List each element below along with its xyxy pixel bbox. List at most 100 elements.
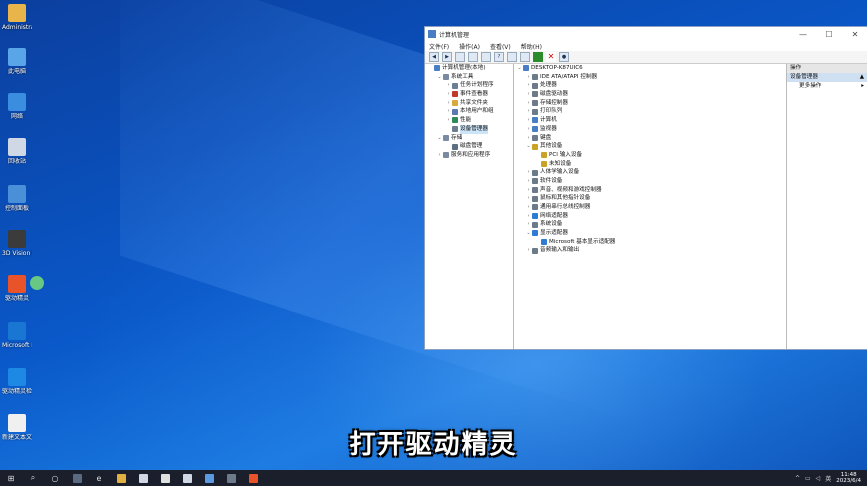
taskbar-security[interactable] [176, 470, 198, 486]
tree-node[interactable]: ⌄ 系统工具 [425, 73, 513, 82]
tree-node[interactable]: › 处理器 [514, 81, 786, 90]
tree-node[interactable]: › 通用串行总线控制器 [514, 203, 786, 212]
tree-node[interactable]: › 人体学输入设备 [514, 168, 786, 177]
tree-node[interactable]: › 音频输入和输出 [514, 246, 786, 255]
tree-node[interactable]: › 软件设备 [514, 177, 786, 186]
taskbar-driver-genius[interactable] [242, 470, 264, 486]
tree-expander-icon[interactable]: › [525, 203, 532, 212]
tree-node[interactable]: › 磁盘驱动器 [514, 90, 786, 99]
window-titlebar[interactable]: 计算机管理 — ☐ ✕ [425, 27, 867, 41]
menu-item[interactable]: 操作(A) [459, 42, 480, 51]
tree-node[interactable]: › 共享文件夹 [425, 99, 513, 108]
tree-expander-icon[interactable]: › [525, 177, 532, 186]
show-tree-icon[interactable] [468, 52, 478, 62]
tree-expander-icon[interactable]: ⌄ [525, 229, 532, 238]
tree-node[interactable]: › IDE ATA/ATAPI 控制器 [514, 73, 786, 82]
desktop-icon[interactable]: 3D Vision Photo Viewer [2, 230, 32, 257]
desktop-icon[interactable]: Administrator [2, 4, 32, 31]
tree-expander-icon[interactable]: ⌄ [516, 64, 523, 73]
tree-node[interactable]: 磁盘管理 [425, 142, 513, 151]
tree-node[interactable]: › 键盘 [514, 134, 786, 143]
start-button[interactable]: ⊞ [0, 470, 22, 486]
desktop-icon[interactable]: 驱动精灵 [2, 275, 32, 302]
actions-section-device-manager[interactable]: 设备管理器 ▲ [787, 73, 867, 82]
taskbar-explorer[interactable] [110, 470, 132, 486]
tree-expander-icon[interactable]: › [445, 90, 452, 99]
tree-node[interactable]: › 打印队列 [514, 107, 786, 116]
minimize-button[interactable]: — [790, 30, 816, 39]
tree-expander-icon[interactable]: › [525, 246, 532, 255]
desktop-icon[interactable]: 网络 [2, 93, 32, 120]
tree-expander-icon[interactable]: › [445, 116, 452, 125]
actions-more-actions[interactable]: 更多操作 ▸ [787, 82, 867, 91]
desktop-icon[interactable]: 驱动精灵检测 [2, 368, 32, 395]
tree-node[interactable]: PCI 输入设备 [514, 151, 786, 160]
tree-node[interactable]: 设备管理器 [425, 124, 513, 134]
tree-expander-icon[interactable]: › [445, 81, 452, 90]
forward-icon[interactable]: ▶ [442, 52, 452, 62]
network-icon[interactable]: ▭ [805, 475, 811, 482]
properties-icon[interactable] [481, 52, 491, 62]
tree-node[interactable]: › 监视器 [514, 125, 786, 134]
task-view-button[interactable]: ○ [44, 470, 66, 486]
tree-node[interactable]: 计算机管理(本地) [425, 64, 513, 73]
menu-item[interactable]: 查看(V) [490, 42, 511, 51]
monitor-icon[interactable] [520, 52, 530, 62]
tree-expander-icon[interactable]: › [445, 107, 452, 116]
tree-node[interactable]: 未知设备 [514, 160, 786, 169]
tree-expander-icon[interactable]: › [525, 125, 532, 134]
tree-node[interactable]: ⌄ 显示适配器 [514, 229, 786, 238]
tree-node[interactable]: › 计算机 [514, 116, 786, 125]
tree-expander-icon[interactable]: › [525, 116, 532, 125]
tree-node[interactable]: › 本地用户和组 [425, 107, 513, 116]
tree-node[interactable]: › 网络适配器 [514, 212, 786, 221]
tray-chevron-icon[interactable]: ^ [795, 475, 800, 482]
taskbar-computer-management[interactable] [220, 470, 242, 486]
taskbar-task-view[interactable] [66, 470, 88, 486]
tree-expander-icon[interactable]: ⌄ [436, 73, 443, 82]
tree-expander-icon[interactable]: › [525, 107, 532, 116]
taskbar-edge[interactable]: e [88, 470, 110, 486]
tree-expander-icon[interactable]: ⌄ [525, 142, 532, 151]
tree-expander-icon[interactable]: › [525, 134, 532, 143]
tree-node[interactable]: ⌄ 其他设备 [514, 142, 786, 151]
taskbar-mail[interactable] [154, 470, 176, 486]
tree-node[interactable]: › 存储控制器 [514, 99, 786, 108]
scan-hardware-icon[interactable]: ● [559, 52, 569, 62]
uninstall-icon[interactable]: ✕ [546, 52, 556, 62]
volume-icon[interactable]: ◁ [816, 475, 821, 482]
maximize-button[interactable]: ☐ [816, 30, 842, 39]
taskbar-store[interactable] [132, 470, 154, 486]
up-folder-icon[interactable] [455, 52, 465, 62]
tree-node[interactable]: ⌄ 存储 [425, 134, 513, 143]
desktop-icon[interactable]: 控制面板 [2, 185, 32, 212]
view-icon[interactable] [507, 52, 517, 62]
tree-node[interactable]: Microsoft 基本显示适配器 [514, 238, 786, 247]
tree-node[interactable]: › 任务计划程序 [425, 81, 513, 90]
tree-node[interactable]: ⌄ DESKTOP-K87UIC6 [514, 64, 786, 73]
tree-expander-icon[interactable]: › [525, 212, 532, 221]
clock[interactable]: 11:48 2023/6/4 [836, 472, 861, 484]
search-button[interactable]: ⌕ [22, 470, 44, 486]
desktop-icon[interactable]: 回收站 [2, 138, 32, 165]
tree-expander-icon[interactable]: › [525, 99, 532, 108]
tree-expander-icon[interactable]: › [445, 99, 452, 108]
close-button[interactable]: ✕ [842, 30, 867, 39]
taskbar-shield[interactable] [198, 470, 220, 486]
tree-expander-icon[interactable]: › [525, 168, 532, 177]
tree-expander-icon[interactable]: › [525, 220, 532, 229]
update-driver-icon[interactable] [533, 52, 543, 62]
tree-node[interactable]: › 事件查看器 [425, 90, 513, 99]
tree-expander-icon[interactable]: › [525, 90, 532, 99]
desktop-icon[interactable]: Microsoft Edge [2, 322, 32, 349]
tree-node[interactable]: › 声音、视频和游戏控制器 [514, 186, 786, 195]
tree-expander-icon[interactable]: › [525, 186, 532, 195]
tree-expander-icon[interactable]: › [525, 81, 532, 90]
menu-item[interactable]: 帮助(H) [521, 42, 542, 51]
computer-management-window[interactable]: 计算机管理 — ☐ ✕ 文件(F) 操作(A) 查看(V) 帮助(H) ◀ ▶ ? ✕… [424, 26, 867, 350]
menu-item[interactable]: 文件(F) [429, 42, 449, 51]
desktop-icon[interactable]: 此电脑 [2, 48, 32, 75]
ime-indicator[interactable]: 英 [825, 474, 831, 483]
tree-node[interactable]: › 性能 [425, 116, 513, 125]
tree-expander-icon[interactable]: ⌄ [436, 134, 443, 143]
